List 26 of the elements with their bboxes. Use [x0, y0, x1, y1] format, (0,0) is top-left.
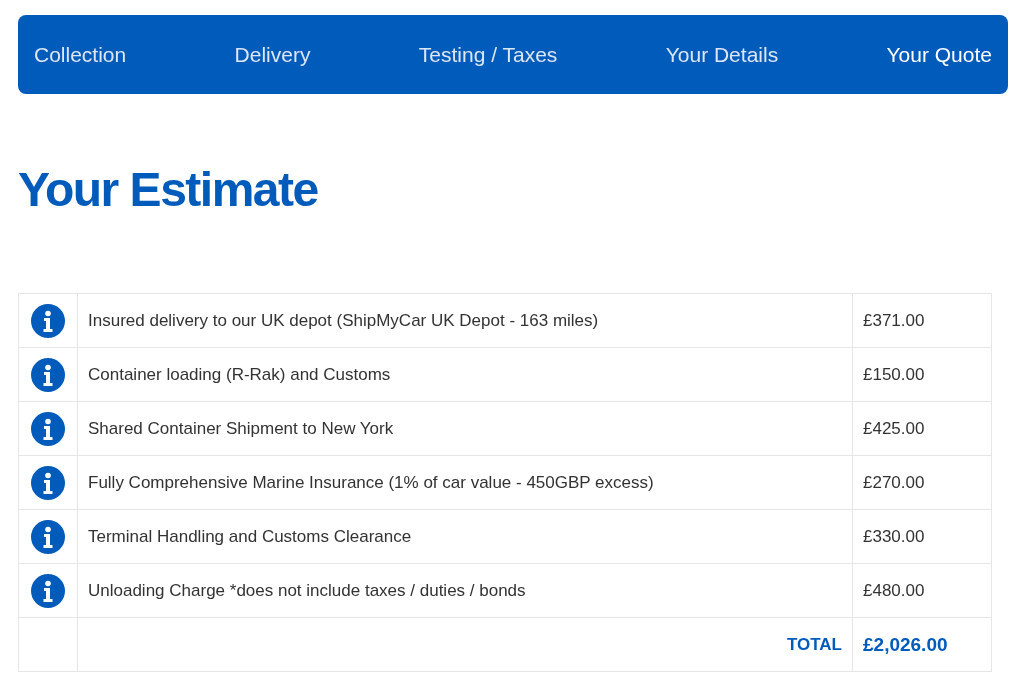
item-price: £425.00	[863, 418, 925, 438]
info-icon[interactable]	[31, 465, 65, 500]
item-description: Shared Container Shipment to New York	[88, 418, 394, 438]
item-price: £480.00	[863, 580, 925, 600]
total-value: £2,026.00	[863, 633, 948, 655]
info-icon[interactable]	[31, 411, 65, 446]
info-icon[interactable]	[31, 357, 65, 392]
total-label: TOTAL	[786, 634, 842, 654]
nav-tab[interactable]: Collection	[34, 42, 127, 67]
info-icon[interactable]	[31, 519, 65, 554]
nav-tab[interactable]: Your Details	[665, 42, 779, 67]
item-description: Insured delivery to our UK depot (ShipMyCar UK Depot - 163 miles)	[88, 310, 599, 330]
nav-tab[interactable]: Testing / Taxes	[418, 42, 558, 67]
item-price: £270.00	[863, 472, 925, 492]
info-icon[interactable]	[31, 573, 65, 608]
item-price: £150.00	[863, 364, 925, 384]
item-price: £371.00	[863, 310, 925, 330]
item-description: Container loading (R-Rak) and Customs	[88, 364, 391, 384]
nav-tab[interactable]: Your Quote	[886, 42, 992, 67]
item-description: Unloading Charge *does not include taxes / duties / bonds	[88, 580, 526, 600]
nav-tab[interactable]: Delivery	[234, 42, 311, 67]
item-description: Terminal Handling and Customs Clearance	[88, 526, 412, 546]
page-heading: Your Estimate	[18, 162, 319, 218]
item-price: £330.00	[863, 526, 925, 546]
item-description: Fully Comprehensive Marine Insurance (1% of car value - 450GBP excess)	[88, 472, 654, 492]
info-icon[interactable]	[31, 303, 65, 338]
